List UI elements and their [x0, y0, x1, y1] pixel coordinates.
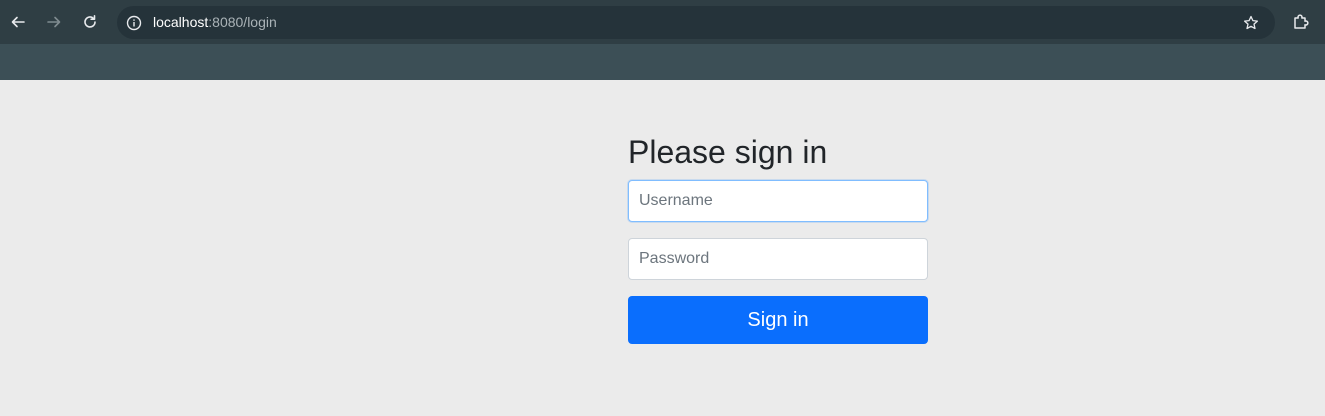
arrow-left-icon	[11, 16, 25, 28]
reload-button[interactable]	[78, 10, 102, 34]
site-info-button[interactable]	[125, 14, 142, 31]
reload-icon	[84, 15, 96, 28]
bookmark-button[interactable]	[1241, 13, 1261, 33]
page-title: Please sign in	[628, 134, 828, 170]
extensions-button[interactable]	[1289, 10, 1313, 34]
url-path: :8080/login	[208, 14, 277, 30]
sign-in-button[interactable]: Sign in	[628, 296, 928, 344]
username-input[interactable]	[628, 180, 928, 222]
browser-chrome: localhost:8080/login	[0, 0, 1325, 80]
back-button[interactable]	[6, 10, 30, 34]
info-icon	[126, 15, 141, 30]
url-text: localhost:8080/login	[153, 14, 277, 31]
star-icon	[1243, 15, 1259, 30]
arrow-right-icon	[47, 16, 61, 28]
puzzle-icon	[1294, 14, 1309, 29]
address-bar[interactable]: localhost:8080/login	[117, 6, 1275, 39]
url-host: localhost	[153, 14, 209, 30]
forward-button[interactable]	[42, 10, 66, 34]
login-form: Please sign in Sign in	[628, 130, 928, 344]
browser-toolbar: localhost:8080/login	[0, 0, 1325, 44]
password-input[interactable]	[628, 238, 928, 280]
